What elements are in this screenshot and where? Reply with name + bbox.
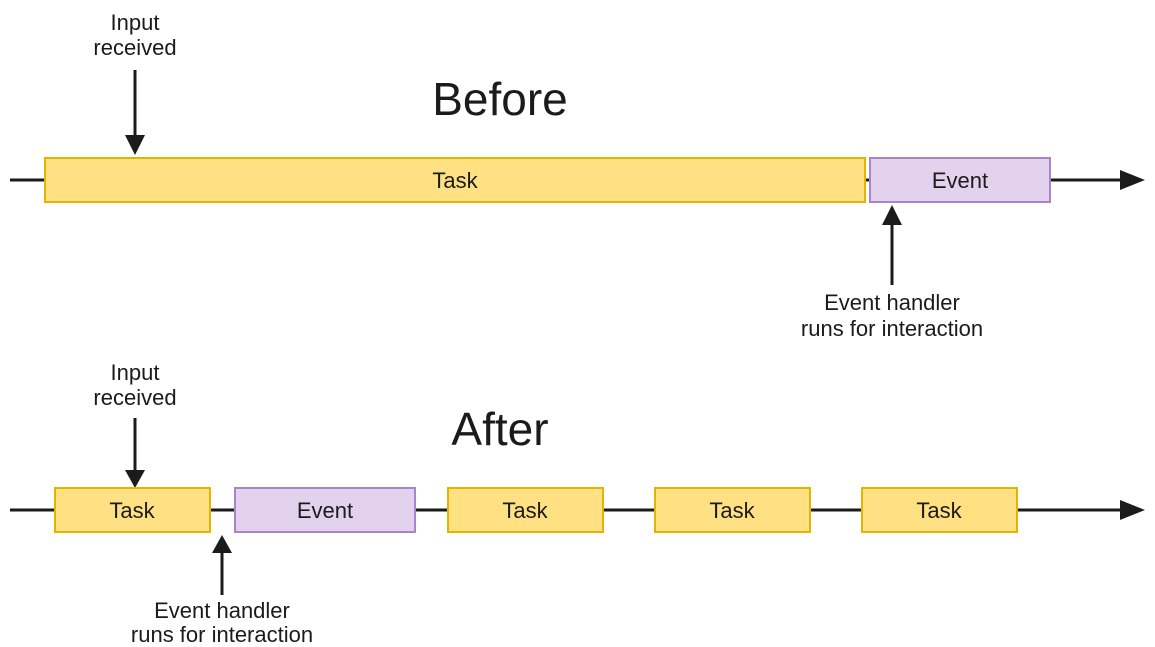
after-task-label-4: Task <box>916 498 962 523</box>
before-handler-annotation: Event handler runs for interaction <box>801 205 983 341</box>
after-handler-annotation: Event handler runs for interaction <box>131 535 313 647</box>
before-input-line1: Input <box>111 10 160 35</box>
before-task-block: Task <box>45 158 865 202</box>
after-title: After <box>451 403 548 455</box>
arrow-down-icon <box>125 70 145 155</box>
after-task-block-2: Task <box>448 488 603 532</box>
after-handler-line2: runs for interaction <box>131 622 313 647</box>
after-input-line2: received <box>93 385 176 410</box>
after-input-line1: Input <box>111 360 160 385</box>
before-input-annotation: Input received <box>93 10 176 155</box>
before-title: Before <box>432 73 568 125</box>
after-task-block-4: Task <box>862 488 1017 532</box>
before-task-label: Task <box>432 168 478 193</box>
arrowhead-icon <box>1120 500 1145 520</box>
after-section: After Input received Task Event Task <box>10 360 1145 647</box>
arrow-up-icon <box>882 205 902 285</box>
after-event-block: Event <box>235 488 415 532</box>
after-task-block-3: Task <box>655 488 810 532</box>
arrow-up-icon <box>212 535 232 595</box>
after-handler-line1: Event handler <box>154 598 290 623</box>
before-handler-line1: Event handler <box>824 290 960 315</box>
arrow-down-icon <box>125 418 145 488</box>
before-event-label: Event <box>932 168 988 193</box>
before-event-block: Event <box>870 158 1050 202</box>
after-task-label-3: Task <box>709 498 755 523</box>
arrowhead-icon <box>1120 170 1145 190</box>
diagram-root: Before Input received Task Event <box>0 0 1155 647</box>
before-input-line2: received <box>93 35 176 60</box>
before-section: Before Input received Task Event <box>10 10 1145 341</box>
after-task-block-1: Task <box>55 488 210 532</box>
after-input-annotation: Input received <box>93 360 176 488</box>
after-task-label-2: Task <box>502 498 548 523</box>
before-handler-line2: runs for interaction <box>801 316 983 341</box>
after-task-label-1: Task <box>109 498 155 523</box>
after-event-label: Event <box>297 498 353 523</box>
